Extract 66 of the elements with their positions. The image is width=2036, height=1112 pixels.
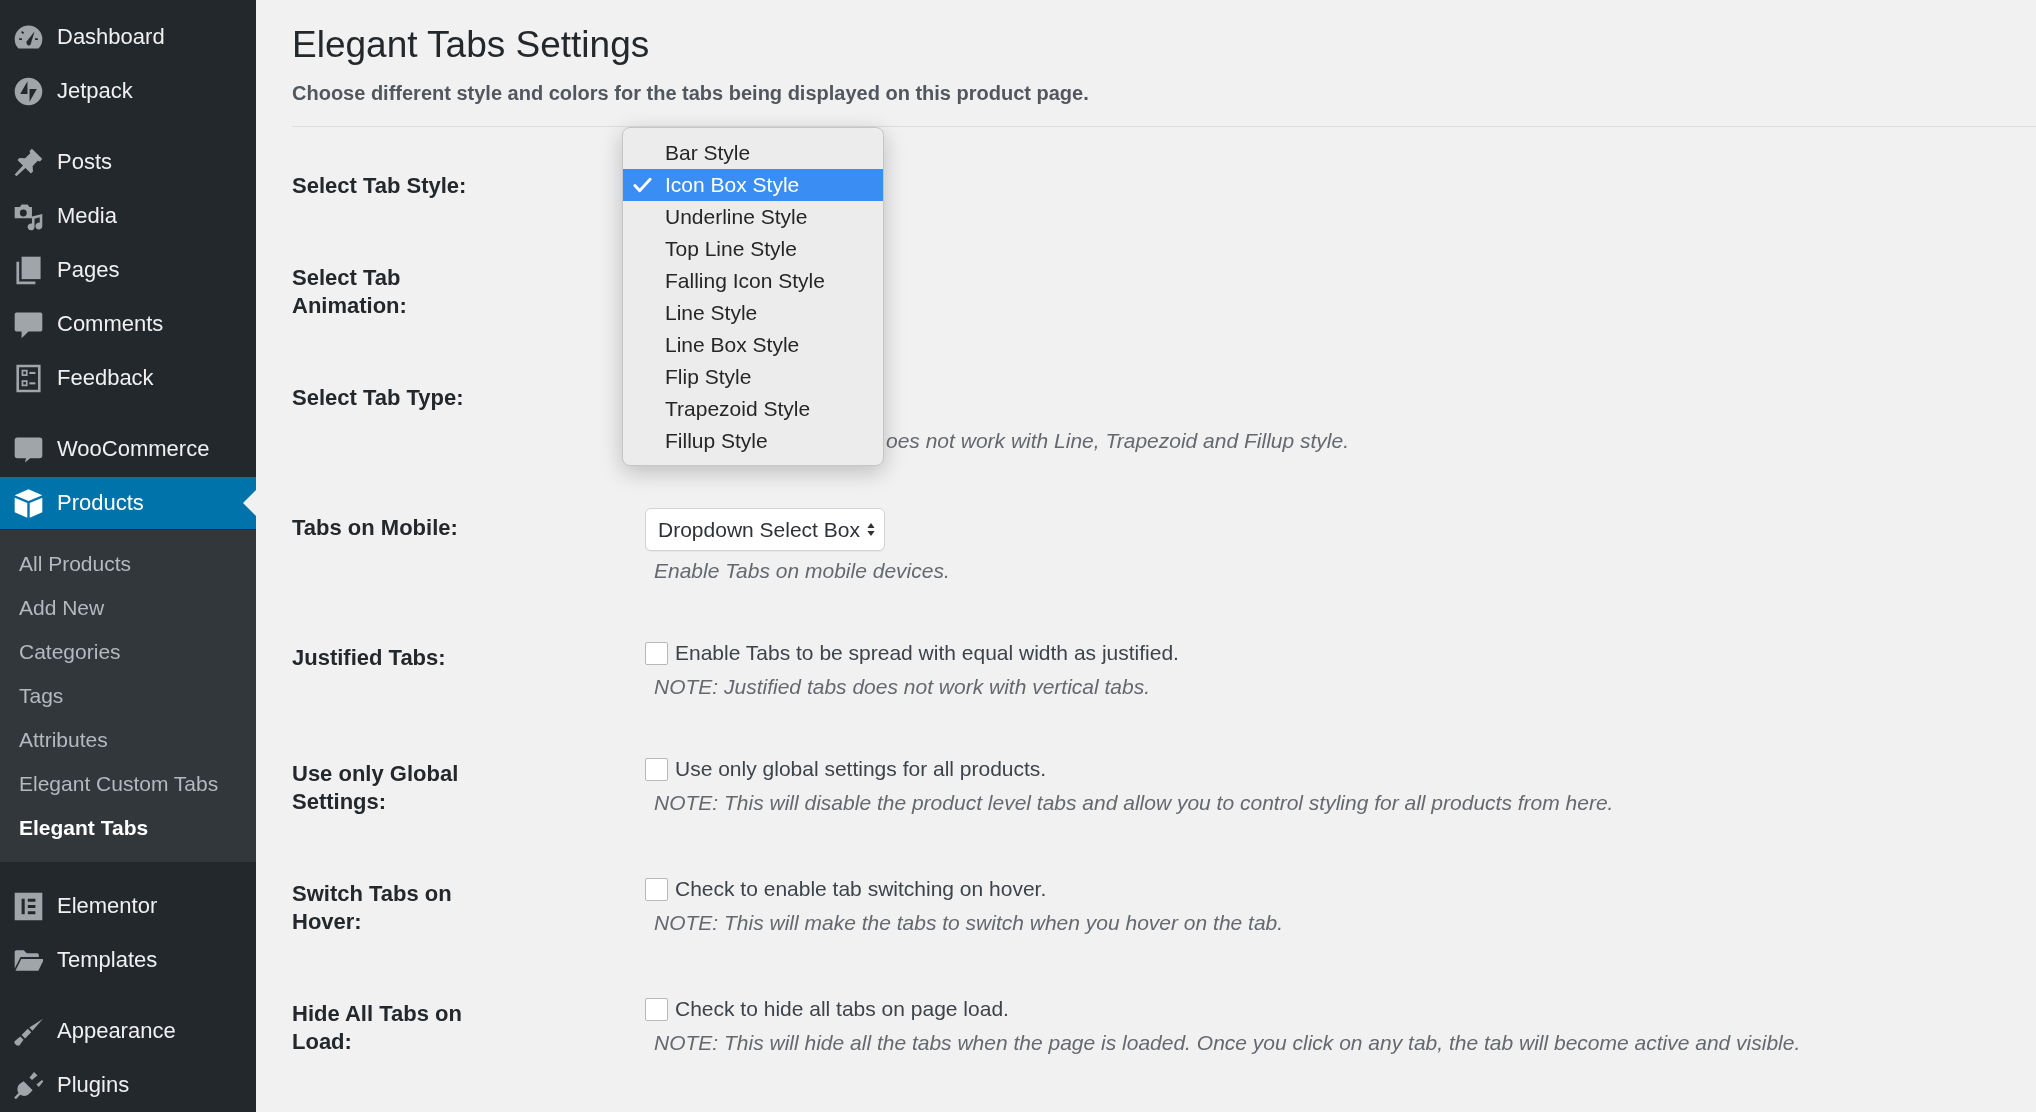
checkbox-label[interactable]: Use only global settings for all products. [675, 757, 1047, 781]
dropdown-option[interactable]: Line Box Style [623, 329, 883, 361]
dropdown-option[interactable]: Top Line Style [623, 233, 883, 265]
submenu-item[interactable]: Attributes [0, 718, 256, 762]
page-title: Elegant Tabs Settings [292, 23, 650, 67]
checkbox-label[interactable]: Check to hide all tabs on page load. [675, 997, 1009, 1021]
setting-note: oes not work with Line, Trapezoid and Fillup style. [886, 428, 1349, 454]
sidebar-menu-item[interactable]: WooCommerce [0, 422, 256, 476]
submenu-item[interactable]: Elegant Custom Tabs [0, 762, 256, 806]
setting-note: NOTE: This will make the tabs to switch when you hover on the tab. [654, 910, 1284, 936]
sidebar-menu-item[interactable]: Feedback [0, 351, 256, 405]
dropdown-option[interactable]: Trapezoid Style [623, 393, 883, 425]
plug-icon [14, 1070, 43, 1100]
setting-label: Use only Global Settings: [292, 760, 460, 816]
bars-tile-icon [14, 891, 43, 921]
sidebar-menu-item[interactable]: Comments [0, 297, 256, 351]
checkmark-icon [633, 177, 652, 193]
setting-label: Switch Tabs on Hover: [292, 880, 453, 936]
chat-bubble-icon [14, 434, 43, 464]
setting-label: Justified Tabs: [292, 644, 446, 672]
speech-bubble-icon [14, 309, 43, 339]
checkbox[interactable] [645, 997, 668, 1021]
dropdown-option[interactable]: Falling Icon Style [623, 265, 883, 297]
sidebar-menu-item[interactable]: Posts [0, 135, 256, 189]
checkbox-label[interactable]: Check to enable tab switching on hover. [675, 877, 1047, 901]
sidebar-menu-item[interactable]: Media [0, 189, 256, 243]
pages-icon [14, 255, 43, 285]
sidebar-menu-item[interactable]: Templates [0, 933, 256, 987]
setting-note: NOTE: Justified tabs does not work with vertical tabs. [654, 674, 1151, 700]
select-box[interactable]: Dropdown Select Box [645, 508, 885, 551]
sort-arrows-icon [866, 523, 875, 536]
setting-note: Enable Tabs on mobile devices. [654, 558, 950, 584]
submenu-item[interactable]: Categories [0, 630, 256, 674]
setting-label: Select Tab Style: [292, 172, 467, 200]
pointer-triangle-icon [243, 490, 256, 516]
camera-note-icon [14, 201, 43, 231]
sidebar-menu-item[interactable]: Appearance [0, 1004, 256, 1058]
dropdown-option[interactable]: Bar Style [623, 137, 883, 169]
sidebar-menu-item[interactable]: Jetpack [0, 64, 256, 118]
sidebar-menu-item[interactable]: Dashboard [0, 10, 256, 64]
dropdown-option[interactable]: Underline Style [623, 201, 883, 233]
submenu-item[interactable]: Elegant Tabs [0, 806, 256, 850]
setting-note: NOTE: This will hide all the tabs when the page is loaded. Once you click on any tab, the tab will become active and visible. [654, 1030, 1801, 1056]
setting-label: Select Tab Type: [292, 384, 464, 412]
sidebar-menu-item[interactable]: Pages [0, 243, 256, 297]
sidebar-menu-item[interactable]: Elementor [0, 879, 256, 933]
dropdown-option[interactable]: Line Style [623, 297, 883, 329]
pushpin-icon [14, 147, 43, 177]
setting-label: Hide All Tabs on Load: [292, 1000, 463, 1056]
checkbox-label[interactable]: Enable Tabs to be spread with equal width as justified. [675, 641, 1179, 665]
setting-label: Select Tab Animation: [292, 264, 408, 320]
setting-label: Tabs on Mobile: [292, 514, 458, 542]
form-icon [14, 363, 43, 393]
submenu-item[interactable]: Add New [0, 586, 256, 630]
setting-note: NOTE: This will disable the product level tabs and allow you to control styling for all products from here. [654, 790, 1614, 816]
sidebar-menu-item[interactable]: Plugins [0, 1058, 256, 1112]
checkbox[interactable] [645, 757, 668, 781]
submenu-item[interactable]: All Products [0, 542, 256, 586]
box-icon [14, 488, 43, 518]
sidebar-menu-item[interactable]: Products [0, 477, 256, 529]
checkbox[interactable] [645, 641, 668, 665]
dropdown-option[interactable]: Flip Style [623, 361, 883, 393]
dropdown-option[interactable]: Fillup Style [623, 425, 883, 457]
checkbox[interactable] [645, 877, 668, 901]
page-description: Choose different style and colors for the tabs being displayed on this product page. [292, 81, 1089, 106]
submenu-item[interactable]: Tags [0, 674, 256, 718]
